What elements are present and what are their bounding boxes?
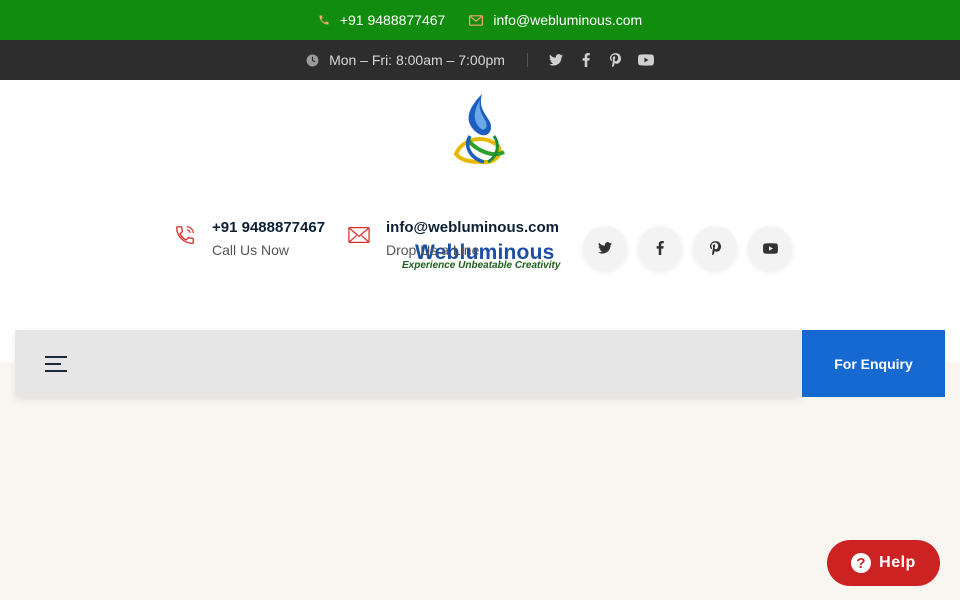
for-enquiry-button[interactable]: For Enquiry bbox=[802, 330, 945, 397]
hours-text: Mon – Fri: 8:00am – 7:00pm bbox=[329, 52, 505, 68]
hours-social-bar: Mon – Fri: 8:00am – 7:00pm bbox=[0, 40, 960, 80]
contact-email-label: Drop Us a Line bbox=[386, 242, 480, 258]
top-phone-text: +91 9488877467 bbox=[339, 12, 446, 28]
contact-phone[interactable]: +91 9488877467 Call Us Now bbox=[174, 218, 325, 262]
main-navbar bbox=[15, 330, 802, 397]
pinterest-icon bbox=[709, 241, 721, 255]
facebook-icon bbox=[656, 241, 664, 255]
help-label: Help bbox=[879, 554, 916, 571]
site-header: Webluminous Experience Unbeatable Creati… bbox=[0, 80, 960, 362]
webluminous-logo-icon[interactable] bbox=[400, 92, 562, 194]
top-social-links bbox=[528, 52, 654, 68]
business-hours: Mon – Fri: 8:00am – 7:00pm bbox=[306, 52, 528, 68]
twitter-icon bbox=[598, 242, 612, 254]
facebook-icon[interactable] bbox=[578, 52, 594, 68]
twitter-icon[interactable] bbox=[548, 52, 564, 68]
contact-email[interactable]: info@webluminous.com Drop Us a Line bbox=[348, 218, 559, 262]
contact-email-value: info@webluminous.com bbox=[386, 219, 559, 236]
page-content-area bbox=[0, 362, 960, 600]
mail-icon bbox=[348, 227, 370, 243]
top-contact-bar: +91 9488877467 info@webluminous.com bbox=[0, 0, 960, 40]
top-email-text: info@webluminous.com bbox=[493, 12, 643, 28]
youtube-icon bbox=[762, 242, 778, 254]
phone-icon bbox=[176, 226, 194, 244]
top-email-link[interactable]: info@webluminous.com bbox=[469, 12, 642, 28]
mail-icon bbox=[469, 14, 484, 26]
youtube-icon[interactable] bbox=[637, 52, 654, 68]
hamburger-menu-icon[interactable] bbox=[45, 356, 67, 372]
help-widget-button[interactable]: ? Help bbox=[827, 540, 940, 586]
top-phone-link[interactable]: +91 9488877467 bbox=[318, 12, 446, 28]
twitter-button[interactable] bbox=[583, 226, 627, 270]
question-icon: ? bbox=[851, 553, 872, 573]
phone-icon bbox=[319, 15, 329, 25]
contact-phone-label: Call Us Now bbox=[212, 242, 290, 258]
contact-phone-value: +91 9488877467 bbox=[212, 219, 326, 236]
pinterest-icon[interactable] bbox=[608, 52, 624, 68]
facebook-button[interactable] bbox=[638, 226, 682, 270]
youtube-button[interactable] bbox=[748, 226, 792, 270]
clock-icon bbox=[306, 54, 319, 66]
pinterest-button[interactable] bbox=[693, 226, 737, 270]
